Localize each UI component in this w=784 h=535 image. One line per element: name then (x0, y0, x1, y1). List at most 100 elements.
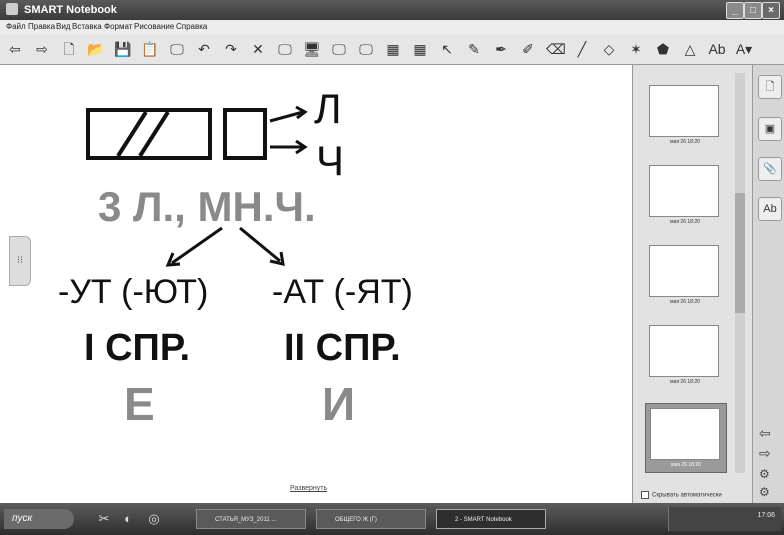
quicklaunch-icon-3[interactable]: ◎ (146, 511, 162, 527)
heading-person-number[interactable]: 3 Л., МН.Ч. (98, 183, 316, 231)
quicklaunch-icon-1[interactable]: ✂ (96, 511, 112, 527)
thumbnail-2[interactable]: мая 26 18:20 (649, 165, 721, 225)
save-icon[interactable]: 💾 (114, 40, 132, 58)
notebook-page[interactable]: Л Ч 3 Л., МН.Ч. -УТ (-ЮТ) -АТ (-ЯТ) I СП… (0, 65, 632, 503)
taskbar-item-2[interactable]: ОБЩЕГО Ж (Г) (316, 509, 426, 529)
paste-icon[interactable]: 📋 (141, 40, 159, 58)
start-button[interactable]: пуск (4, 509, 74, 529)
stem-hatch-2 (138, 110, 170, 158)
delete-icon[interactable]: ✕ (249, 40, 267, 58)
text-icon[interactable]: Ab (708, 40, 726, 58)
attachments-icon[interactable]: 📎 (758, 157, 782, 181)
quicklaunch-icon-2[interactable]: ◐ (120, 511, 136, 527)
menu-view[interactable]: Вид (56, 22, 70, 31)
clock: 17:06 (757, 512, 775, 519)
shape-icon[interactable]: ◇ (600, 40, 618, 58)
table-icon[interactable]: ▦ (384, 40, 402, 58)
creative-pen-icon[interactable]: ✒ (492, 40, 510, 58)
taskbar-item-3[interactable]: 2 - SMART Notebook (436, 509, 546, 529)
thumbnail-caption: мая 26 18:20 (670, 299, 700, 305)
move-left-icon[interactable]: ⇦ (759, 425, 771, 442)
capture-icon[interactable]: 🖵 (330, 40, 348, 58)
thumbnail-caption: мая 26 18:20 (670, 379, 700, 385)
taskbar: пуск ✂ ◐ ◎ СТАТЬЯ_МУЗ_2011 ... ОБЩЕГО Ж … (0, 503, 784, 535)
menu-draw[interactable]: Рисование (134, 22, 174, 31)
page-sorter: мая 26 18:20 мая 26 18:20 мая 26 18:20 м… (632, 65, 753, 503)
thumbnail-image (649, 245, 719, 297)
arrow-left (171, 226, 223, 265)
pen-icon[interactable]: ✎ (465, 40, 483, 58)
system-tray: 17:06 (668, 507, 781, 531)
thumbnail-4[interactable]: мая 26 18:20 (649, 325, 721, 385)
triangle-icon[interactable]: △ (681, 40, 699, 58)
gallery-icon[interactable]: ▣ (758, 117, 782, 141)
line-icon[interactable]: ╱ (573, 40, 591, 58)
thumbnail-1[interactable]: мая 26 18:20 (649, 85, 721, 145)
forward-icon[interactable]: ⇨ (33, 40, 51, 58)
thumbnail-image (649, 325, 719, 377)
screen-shade-icon[interactable]: 🖵 (276, 40, 294, 58)
menu-format[interactable]: Формат (104, 22, 132, 31)
side-tabs: 🗋 ▣ 📎 Ab ⇦ ⇨ ⚙ ⚙ (752, 65, 784, 503)
thumbnail-image (649, 85, 719, 137)
screen-icon[interactable]: 🖵 (168, 40, 186, 58)
close-button[interactable]: × (762, 2, 780, 19)
insert-table-icon[interactable]: ▦ (411, 40, 429, 58)
undo-icon[interactable]: ↶ (195, 40, 213, 58)
ending-second[interactable]: -АТ (-ЯТ) (272, 273, 413, 312)
toolbar: ⇦ ⇨ 🗋 📂 💾 📋 🖵 ↶ ↷ ✕ 🖵 🖥 🖵 🖵 ▦ ▦ ↖ ✎ ✒ ✐ ⌫ ╱ ◇ ✶ ⬟ △ Ab A▾ (0, 34, 784, 65)
thumbnail-5-selected[interactable]: мая 26 18:20 (645, 403, 727, 473)
ending-first[interactable]: -УТ (-ЮТ) (58, 273, 208, 312)
select-icon[interactable]: ↖ (438, 40, 456, 58)
letter-e[interactable]: Е (124, 377, 155, 431)
autohide-checkbox[interactable] (641, 491, 649, 499)
capture-area-icon[interactable]: 🖵 (357, 40, 375, 58)
thumbnail-caption: мая 26 18:20 (670, 139, 700, 145)
app-icon (6, 3, 18, 15)
thumbnail-caption: мая 26 18:20 (671, 462, 701, 468)
fill-icon[interactable]: ⬟ (654, 40, 672, 58)
page-sorter-icon[interactable]: 🗋 (758, 75, 782, 99)
maximize-button[interactable]: □ (744, 2, 762, 19)
menu-file[interactable]: Файл (6, 22, 26, 31)
arrow-right (239, 226, 281, 263)
stem-hatch-1 (116, 110, 148, 158)
label-l[interactable]: Л (314, 85, 342, 133)
redo-icon[interactable]: ↷ (222, 40, 240, 58)
thumbnail-image (649, 165, 719, 217)
help-icon[interactable]: ⚙ (759, 485, 770, 499)
settings-icon[interactable]: ⚙ (759, 467, 770, 481)
title-bar: SMART Notebook _ □ × (0, 0, 784, 20)
collapse-tab-handle[interactable]: ⁝⁝ (9, 236, 31, 286)
label-ch[interactable]: Ч (316, 137, 344, 185)
scrollbar-thumb[interactable] (735, 193, 745, 313)
menu-edit[interactable]: Правка (28, 22, 55, 31)
thumbnail-caption: мая 26 18:20 (670, 219, 700, 225)
menu-bar: Файл Правка Вид Вставка Формат Рисование… (0, 20, 784, 34)
move-right-icon[interactable]: ⇨ (759, 445, 771, 462)
menu-help[interactable]: Справка (176, 22, 207, 31)
menu-insert[interactable]: Вставка (72, 22, 102, 31)
page-icon[interactable]: 🗋 (60, 40, 78, 58)
letter-i[interactable]: И (322, 377, 355, 431)
minimize-button[interactable]: _ (726, 2, 744, 19)
magic-pen-icon[interactable]: ✶ (627, 40, 645, 58)
open-icon[interactable]: 📂 (87, 40, 105, 58)
sorter-scrollbar[interactable] (735, 73, 745, 473)
thumbnail-3[interactable]: мая 26 18:20 (649, 245, 721, 305)
display-icon[interactable]: 🖥 (303, 40, 321, 58)
back-icon[interactable]: ⇦ (6, 40, 24, 58)
thumbnail-image (650, 408, 720, 460)
autohide-option[interactable]: Скрывать автоматически (641, 491, 722, 499)
taskbar-item-1[interactable]: СТАТЬЯ_МУЗ_2011 ... (196, 509, 306, 529)
first-conjugation[interactable]: I СПР. (84, 327, 190, 370)
font-icon[interactable]: A▾ (735, 40, 753, 58)
highlighter-icon[interactable]: ✐ (519, 40, 537, 58)
eraser-icon[interactable]: ⌫ (546, 40, 566, 58)
properties-icon[interactable]: Ab (758, 197, 782, 221)
expand-link[interactable]: Развернуть (290, 485, 327, 492)
autohide-label: Скрывать автоматически (652, 492, 722, 499)
window-title: SMART Notebook (24, 4, 117, 16)
second-conjugation[interactable]: II СПР. (284, 327, 401, 370)
ending-box (223, 108, 267, 160)
